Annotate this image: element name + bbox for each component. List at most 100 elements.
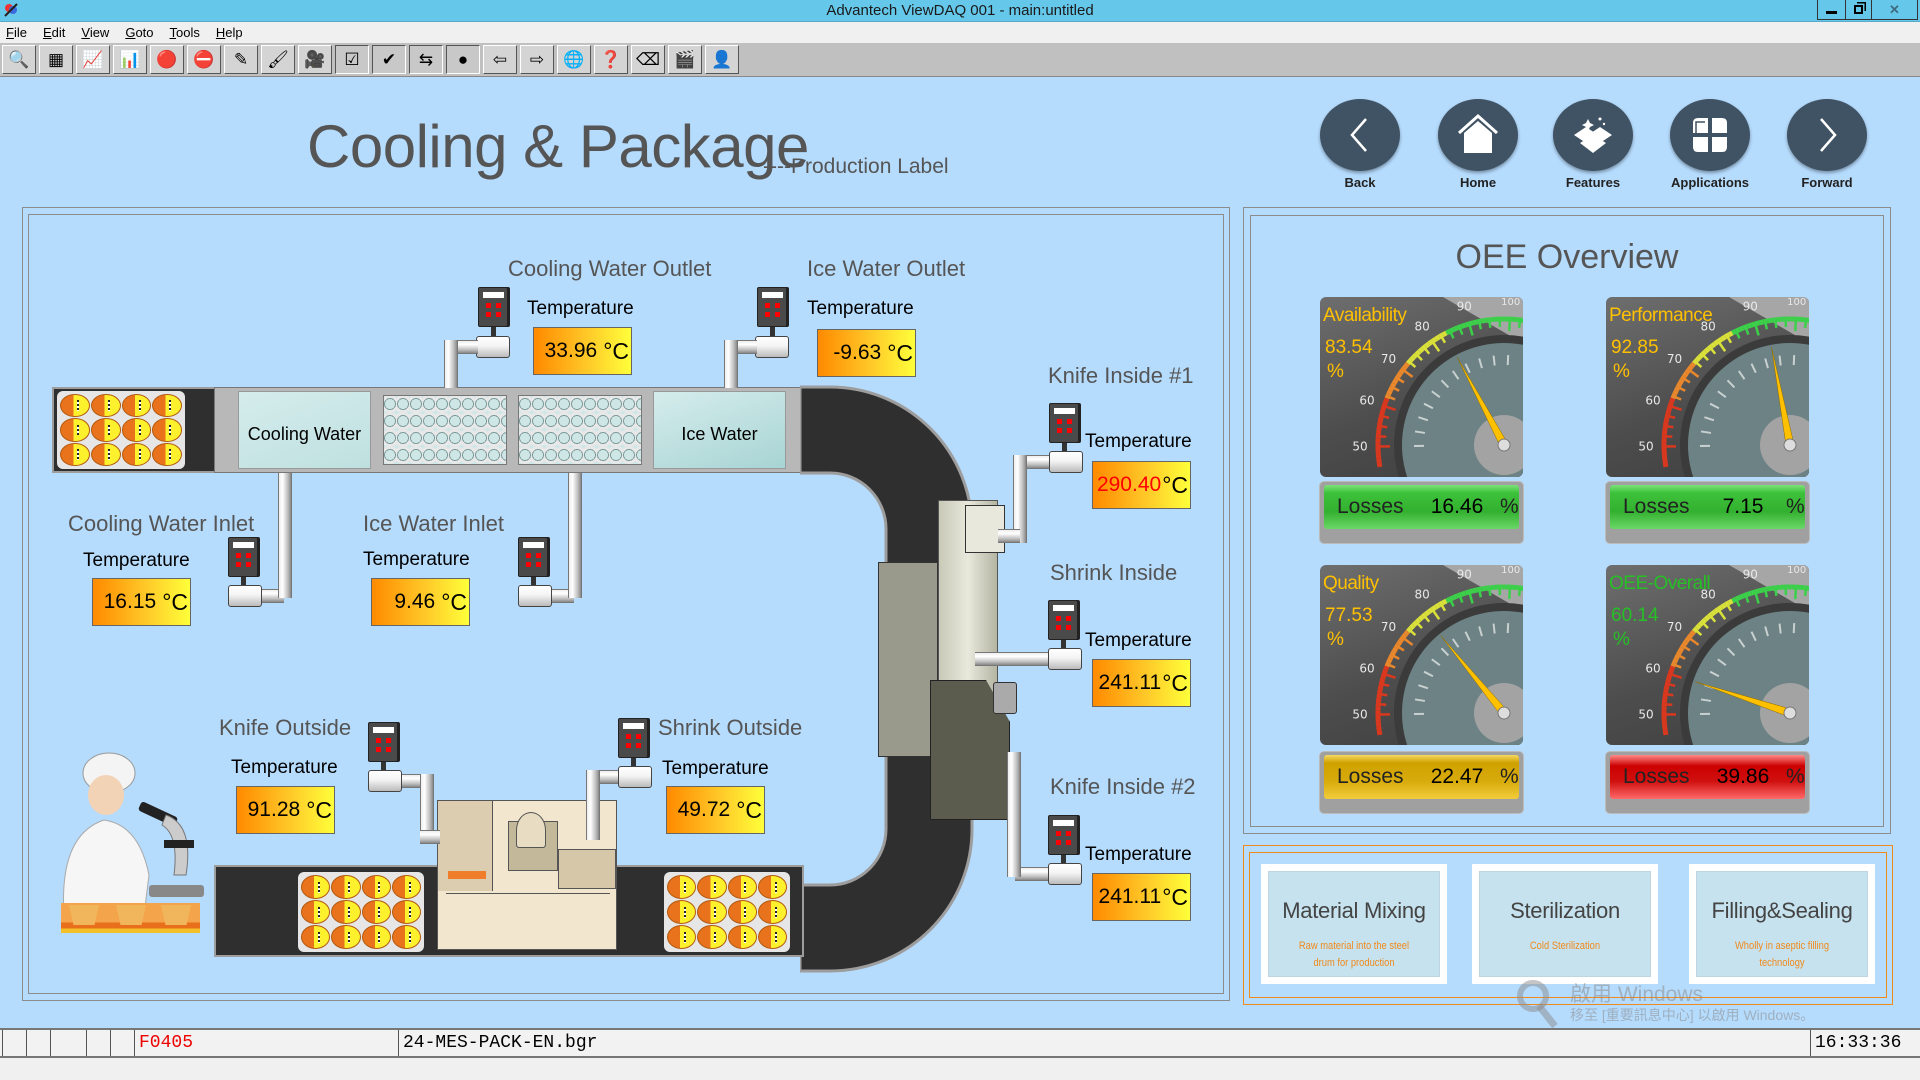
process-step-sterilization[interactable]: Sterilization Cold Sterilization (1472, 864, 1658, 984)
toolbar-globe-network-button[interactable]: 🌐 (557, 45, 591, 74)
gauge-scale-arc (1703, 614, 1711, 622)
toolbar-video-camera-button[interactable]: 🎥 (298, 45, 332, 74)
toolbar-check-apple-button[interactable]: ✔ (372, 45, 406, 74)
thermometer-controller-icon (368, 722, 398, 762)
nav-home-button[interactable]: Home (1436, 99, 1520, 190)
alarm-bell-icon: 🔴 (156, 50, 178, 69)
nav-features-label: Features (1565, 175, 1621, 190)
thermometer-controller-icon (1048, 815, 1078, 855)
toolbar-eraser-button[interactable]: ⌫ (631, 45, 665, 74)
gauge-scale-arc (1379, 409, 1386, 415)
gauge-scale-arc (1662, 462, 1669, 468)
menu-label-rest: elp (225, 25, 243, 40)
losses-indicator-performance: Losses 7.15% (1605, 481, 1810, 544)
process-step-filling-sealing[interactable]: Filling&Sealing Wholly in aseptic filling… (1689, 864, 1875, 984)
menu-view[interactable]: View (81, 25, 109, 40)
gauge-scale-arc (1377, 685, 1384, 691)
nav-features-button[interactable]: Features (1551, 99, 1635, 190)
menu-edit[interactable]: Edit (43, 25, 65, 40)
gauge-oee-overall: 50 60 70 80 90 100 OEE-Overall 60.14% (1606, 565, 1809, 745)
gauge-tick (1488, 587, 1492, 596)
toolbar-page-swap-button[interactable]: ⇆ (409, 45, 443, 74)
gauge-tick-label: 50 (1638, 440, 1653, 454)
toolbar-clapper-board-button[interactable]: 🎬 (668, 45, 702, 74)
menu-goto[interactable]: Goto (125, 25, 153, 40)
gauge-tick (1764, 321, 1769, 330)
losses-percent-sign: % (1786, 765, 1805, 788)
nav-applications-button[interactable]: Applications (1668, 99, 1752, 190)
product-tray-infeed (57, 391, 185, 469)
restore-button[interactable] (1845, 0, 1872, 20)
gauge-tick-label: 90 (1743, 568, 1758, 582)
gauge-tick (1383, 672, 1396, 679)
gauge-scale-arc (1417, 614, 1425, 622)
product-cup (727, 900, 757, 924)
pipe-coupler (518, 585, 552, 607)
gauge-scale-arc (1480, 585, 1486, 592)
toolbar-alarm-bells-multiple-button[interactable]: ⛔ (187, 45, 221, 74)
product-cup (757, 925, 787, 949)
gauge-title: Quality (1323, 573, 1379, 594)
gauge-scale-arc (1720, 602, 1727, 610)
product-cup (361, 875, 391, 899)
gauge-tick (1688, 636, 1700, 646)
window-titlebar: Advantech ViewDAQ 001 - main:untitled ✕ (0, 0, 1920, 22)
product-cup (121, 442, 152, 466)
gauge-tick (1701, 353, 1709, 361)
nav-forward-button[interactable]: Forward (1785, 99, 1869, 190)
ice-water-inlet-temp: 9.46 °C (371, 578, 470, 626)
process-step-material-mixing[interactable]: Material Mixing Raw material into the ste… (1261, 864, 1447, 984)
toolbar-magnifier-button[interactable]: 🔍 (2, 45, 36, 74)
toolbar-chart-report-button[interactable]: 📊 (113, 45, 147, 74)
check-box-icon: ☑ (344, 50, 360, 69)
gauge-scale-arc (1694, 355, 1702, 362)
gauge-scale-arc (1694, 623, 1702, 630)
toolbar-user-button[interactable]: 👤 (705, 45, 739, 74)
gauge-needle-cap (1783, 438, 1797, 452)
oee-title: OEE Overview (1455, 238, 1679, 276)
product-tray-outfeed-1 (298, 872, 424, 952)
gauge-scale-arc (1377, 417, 1384, 423)
menu-tools[interactable]: Tools (170, 25, 200, 40)
close-button[interactable]: ✕ (1871, 0, 1918, 20)
thermometer-controller-icon (228, 537, 258, 577)
globe-network-icon: 🌐 (563, 50, 585, 69)
pipe (420, 830, 440, 844)
toolbar-help-book-button[interactable]: ❓ (594, 45, 628, 74)
gauge-tick (1488, 319, 1492, 328)
close-icon: ✕ (1889, 1, 1900, 17)
toolbar-check-box-button[interactable]: ☑ (335, 45, 369, 74)
arrow-right-icon: ⇨ (529, 50, 545, 69)
toolbar: 🔍 ▦ 📈 📊 🔴 ⛔ ✎ 🖌 🎥 ☑ ✔ ⇆ ● ⇦ ⇨ 🌐 ❓ ⌫ 🎬 👤 (0, 43, 1920, 77)
toolbar-color-balls-button[interactable]: ● (446, 45, 480, 74)
product-cup (60, 394, 90, 418)
gauge-tick-label: 100 (1787, 297, 1806, 308)
toolbar-alarm-bell-button[interactable]: 🔴 (150, 45, 184, 74)
alarm-bells-multiple-icon: ⛔ (193, 50, 215, 69)
knife-outside-label: Knife Outside (219, 715, 352, 740)
gauge-tick (1717, 340, 1727, 352)
toolbar-arrow-left-button[interactable]: ⇦ (483, 45, 517, 74)
gauge-scale-arc (1391, 646, 1399, 653)
product-tray-outfeed-2 (664, 872, 790, 952)
menu-file[interactable]: File (6, 25, 27, 40)
minimize-button[interactable] (1817, 0, 1846, 20)
toolbar-arrow-right-button[interactable]: ⇨ (520, 45, 554, 74)
packaging-machine-frame (878, 562, 938, 757)
nav-back-button[interactable]: Back (1318, 99, 1402, 190)
pipe-coupler (618, 766, 652, 788)
gauge-scale-arc (1727, 330, 1734, 338)
toolbar-database-rack-button[interactable]: ▦ (39, 45, 73, 74)
pipe (724, 340, 738, 388)
product-cup (301, 900, 331, 924)
toolbar-trend-report-button[interactable]: 📈 (76, 45, 110, 74)
page-swap-icon: ⇆ (418, 50, 434, 69)
gauge-tick (1508, 587, 1512, 600)
gauge-tick (1725, 603, 1733, 612)
toolbar-paint-button[interactable]: 🖌 (261, 45, 295, 74)
shrink-inside-temp: 241.11 °C (1092, 659, 1191, 707)
toolbar-edit-tool-button[interactable]: ✎ (224, 45, 258, 74)
gauge-tick (1669, 404, 1682, 411)
gauge-tick (1774, 319, 1778, 328)
menu-help[interactable]: Help (216, 25, 243, 40)
